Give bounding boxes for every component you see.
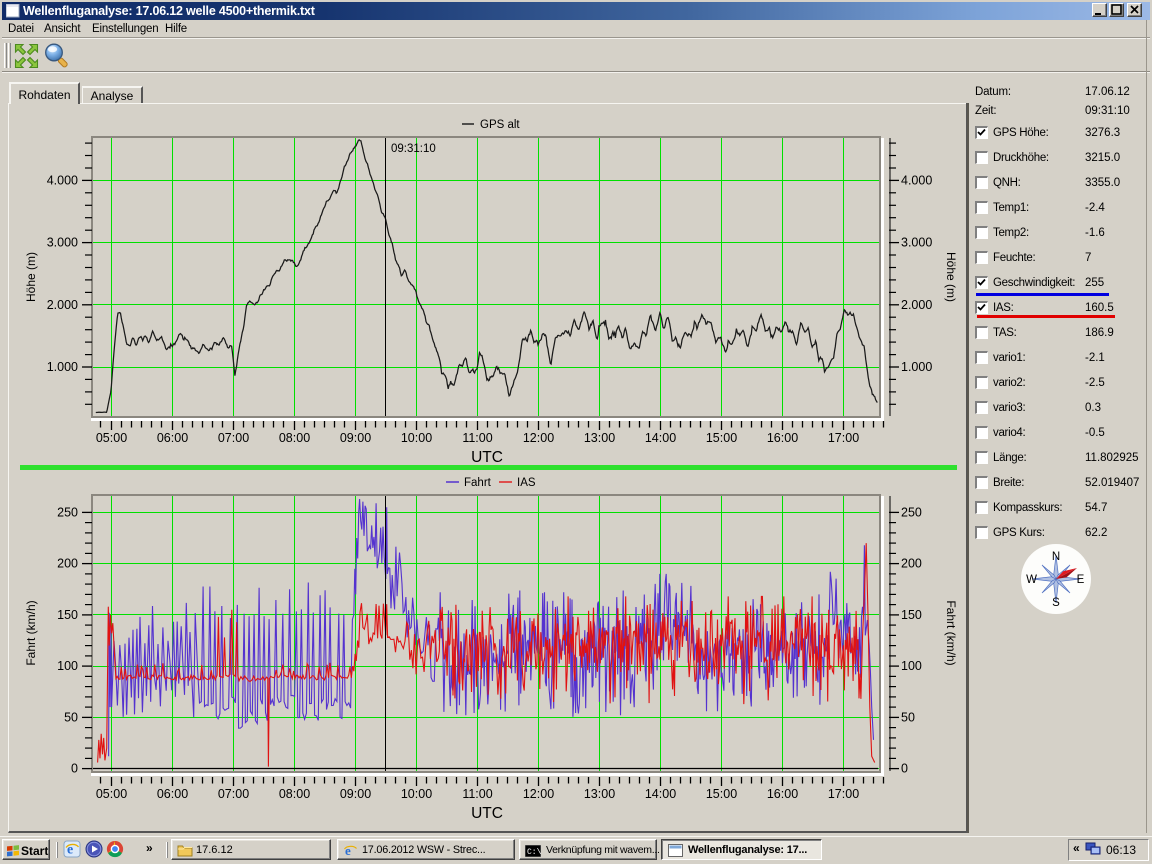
svg-text:08:00: 08:00 (279, 787, 310, 801)
svg-text:200: 200 (57, 557, 78, 571)
svg-text:UTC: UTC (471, 805, 503, 822)
svg-text:13:00: 13:00 (584, 787, 615, 801)
svg-text:4.000: 4.000 (47, 173, 78, 187)
svg-text:06:00: 06:00 (157, 431, 188, 445)
svg-text:17:00: 17:00 (828, 431, 859, 445)
svg-text:100: 100 (901, 659, 922, 673)
svg-text:UTC: UTC (471, 449, 503, 466)
svg-text:Höhe (m): Höhe (m) (24, 252, 38, 302)
svg-text:3.000: 3.000 (901, 236, 932, 250)
svg-text:09:00: 09:00 (340, 431, 371, 445)
svg-text:15:00: 15:00 (706, 787, 737, 801)
svg-text:16:00: 16:00 (767, 787, 798, 801)
svg-text:06:00: 06:00 (157, 787, 188, 801)
svg-text:50: 50 (64, 710, 78, 724)
svg-text:17:00: 17:00 (828, 787, 859, 801)
svg-text:1.000: 1.000 (47, 360, 78, 374)
svg-text:12:00: 12:00 (523, 431, 554, 445)
svg-text:Fahrt (km/h): Fahrt (km/h) (944, 600, 958, 665)
svg-text:4.000: 4.000 (901, 173, 932, 187)
svg-text:200: 200 (901, 557, 922, 571)
svg-text:Fahrt: Fahrt (464, 477, 492, 489)
svg-text:2.000: 2.000 (47, 298, 78, 312)
svg-text:150: 150 (901, 608, 922, 622)
svg-text:150: 150 (57, 608, 78, 622)
svg-text:e: e (345, 843, 351, 858)
svg-text:10:00: 10:00 (401, 431, 432, 445)
svg-text:100: 100 (57, 659, 78, 673)
svg-text:14:00: 14:00 (645, 787, 676, 801)
svg-text:E: E (1077, 574, 1085, 586)
svg-text:14:00: 14:00 (645, 431, 676, 445)
svg-text:S: S (1052, 597, 1060, 609)
svg-text:IAS: IAS (517, 477, 536, 489)
svg-text:09:00: 09:00 (340, 787, 371, 801)
svg-text:3.000: 3.000 (47, 236, 78, 250)
svg-text:11:00: 11:00 (462, 787, 492, 801)
svg-text:2.000: 2.000 (901, 298, 932, 312)
svg-text:C:\: C:\ (527, 848, 541, 857)
svg-text:GPS alt: GPS alt (480, 119, 520, 131)
svg-text:10:00: 10:00 (401, 787, 432, 801)
svg-text:250: 250 (57, 505, 78, 519)
svg-text:Höhe (m): Höhe (m) (944, 252, 958, 302)
svg-text:0: 0 (71, 762, 78, 776)
svg-text:11:00: 11:00 (462, 431, 492, 445)
svg-text:09:31:10: 09:31:10 (391, 143, 436, 155)
svg-text:250: 250 (901, 505, 922, 519)
svg-text:12:00: 12:00 (523, 787, 554, 801)
svg-text:13:00: 13:00 (584, 431, 615, 445)
svg-text:Fahrt (km/h): Fahrt (km/h) (24, 600, 38, 665)
svg-text:07:00: 07:00 (218, 431, 249, 445)
svg-text:W: W (1026, 574, 1037, 586)
svg-text:1.000: 1.000 (901, 360, 932, 374)
svg-text:05:00: 05:00 (96, 431, 127, 445)
svg-text:N: N (1052, 551, 1060, 563)
svg-text:15:00: 15:00 (706, 431, 737, 445)
svg-text:07:00: 07:00 (218, 787, 249, 801)
svg-text:50: 50 (901, 710, 915, 724)
svg-text:05:00: 05:00 (96, 787, 127, 801)
svg-text:0: 0 (901, 762, 908, 776)
svg-text:08:00: 08:00 (279, 431, 310, 445)
svg-text:16:00: 16:00 (767, 431, 798, 445)
